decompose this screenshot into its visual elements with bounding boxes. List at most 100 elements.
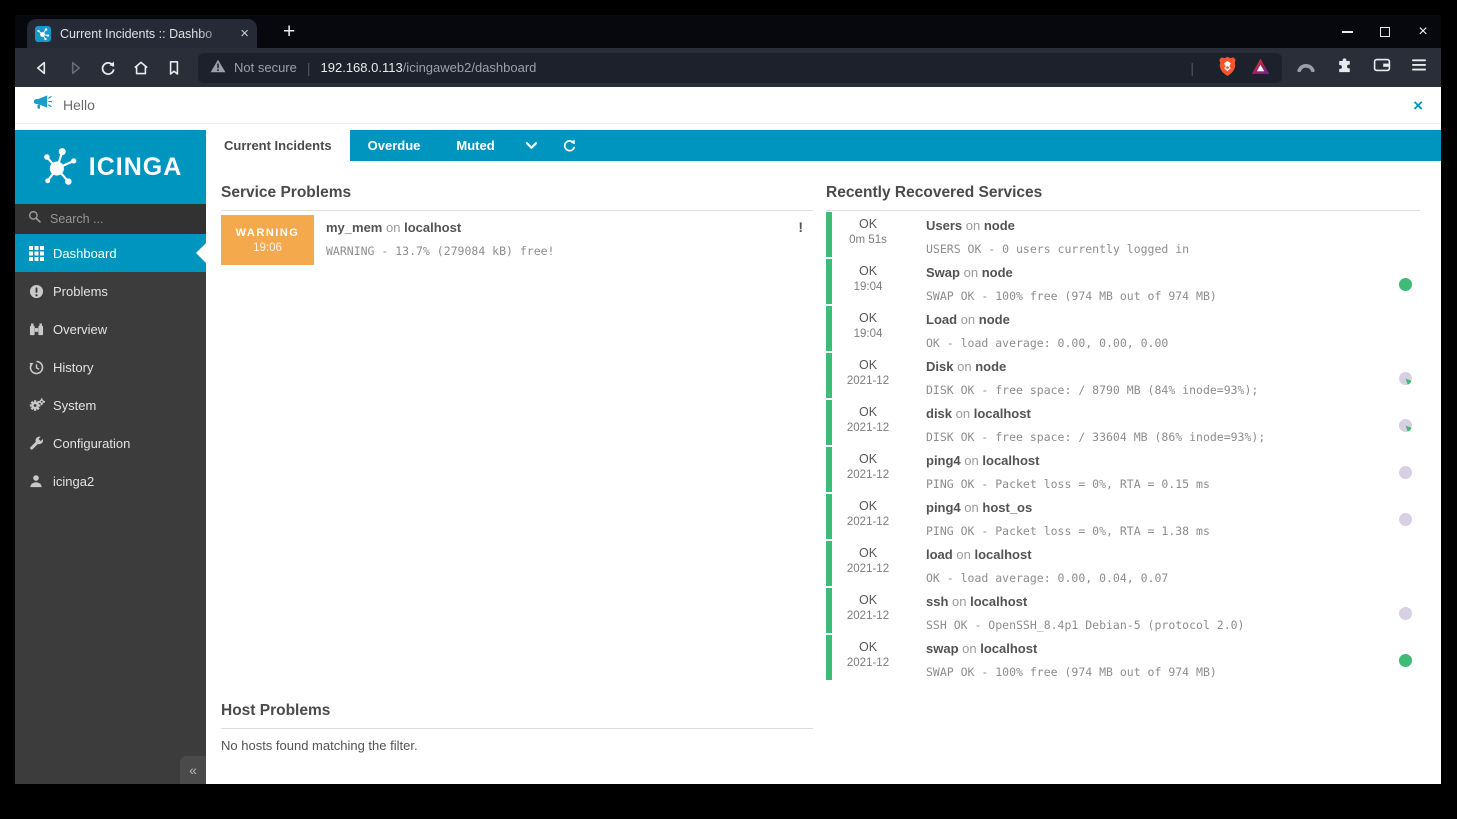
ok-state-bar [826, 494, 832, 539]
forward-button[interactable] [60, 53, 90, 83]
leo-ai-icon[interactable] [1296, 58, 1316, 77]
back-button[interactable] [27, 53, 57, 83]
service-name[interactable]: Users [926, 218, 962, 233]
sidebar-item-history[interactable]: History [15, 348, 206, 386]
service-name[interactable]: my_mem [326, 220, 382, 235]
reload-button[interactable] [93, 53, 123, 83]
host-name[interactable]: node [975, 359, 1006, 374]
window-minimize-button[interactable] [1339, 24, 1355, 40]
service-name[interactable]: swap [926, 641, 959, 656]
security-status-label[interactable]: Not secure [234, 60, 297, 75]
recovered-service-row[interactable]: OK 2021-12 disk on localhost DISK OK - f… [826, 399, 1420, 446]
plugin-output: OK - load average: 0.00, 0.00, 0.00 [926, 336, 1391, 350]
tab-overdue[interactable]: Overdue [350, 130, 439, 161]
tab-close-icon[interactable]: × [240, 26, 249, 41]
search-input[interactable] [50, 212, 180, 226]
host-name[interactable]: localhost [974, 406, 1031, 421]
wallet-icon[interactable] [1373, 57, 1391, 78]
time-label: 2021-12 [832, 516, 904, 528]
announcement-close-icon[interactable]: × [1413, 97, 1423, 114]
brave-rewards-bat-icon[interactable] [1251, 58, 1270, 78]
address-bar[interactable]: Not secure | 192.168.0.113/icingaweb2/da… [198, 53, 1282, 83]
perfdata-pie-icon [1399, 607, 1412, 620]
browser-tab-strip: Current Incidents :: Dashbo × + × [15, 15, 1441, 48]
state-label: OK [832, 405, 904, 419]
recovered-service-row[interactable]: OK 2021-12 ssh on localhost SSH OK - Ope… [826, 587, 1420, 634]
tab-muted[interactable]: Muted [438, 130, 512, 161]
time-label: 2021-12 [832, 610, 904, 622]
host-name[interactable]: localhost [982, 453, 1039, 468]
service-name[interactable]: ping4 [926, 500, 961, 515]
perfdata-pie-icon [1399, 419, 1412, 432]
web-content: Hello × ICINGA [15, 87, 1441, 784]
home-button[interactable] [126, 53, 156, 83]
service-name[interactable]: Disk [926, 359, 953, 374]
browser-tab[interactable]: Current Incidents :: Dashbo × [27, 19, 257, 48]
extensions-puzzle-icon[interactable] [1336, 57, 1353, 79]
sidebar-search[interactable] [15, 204, 206, 234]
wrench-icon [29, 436, 53, 451]
sidebar-item-label: Dashboard [53, 246, 117, 261]
time-label: 19:04 [832, 281, 904, 293]
chevron-down-icon[interactable] [513, 130, 551, 161]
sidebar-collapse-button[interactable]: « [180, 756, 206, 784]
main-panel: Current Incidents Overdue Muted Service … [206, 130, 1441, 784]
host-name[interactable]: localhost [970, 594, 1027, 609]
host-name[interactable]: node [982, 265, 1013, 280]
recovered-service-row[interactable]: OK 19:04 Swap on node SWAP OK - 100% fre… [826, 258, 1420, 305]
recovered-service-row[interactable]: OK 2021-12 swap on localhost SWAP OK - 1… [826, 634, 1420, 681]
perfdata-pie-icon [1399, 654, 1412, 667]
service-name[interactable]: ping4 [926, 453, 961, 468]
tab-current-incidents[interactable]: Current Incidents [206, 130, 350, 161]
service-name[interactable]: disk [926, 406, 952, 421]
service-name[interactable]: Load [926, 312, 957, 327]
time-label: 19:04 [832, 328, 904, 340]
recovered-service-row[interactable]: OK 2021-12 ping4 on host_os PING OK - Pa… [826, 493, 1420, 540]
sidebar-item-configuration[interactable]: Configuration [15, 424, 206, 462]
service-name[interactable]: Swap [926, 265, 960, 280]
ok-state-bar [826, 635, 832, 680]
window-close-button[interactable]: × [1415, 24, 1431, 40]
recovered-service-row[interactable]: OK 19:04 Load on node OK - load average:… [826, 305, 1420, 352]
sidebar-item-dashboard[interactable]: Dashboard [15, 234, 206, 272]
host-name[interactable]: host_os [982, 500, 1032, 515]
recovered-services-header[interactable]: Recently Recovered Services [826, 184, 1420, 211]
service-name[interactable]: load [926, 547, 953, 562]
recovered-service-row[interactable]: OK 2021-12 Disk on node DISK OK - free s… [826, 352, 1420, 399]
recovered-service-row[interactable]: OK 2021-12 load on localhost OK - load a… [826, 540, 1420, 587]
host-name[interactable]: localhost [980, 641, 1037, 656]
host-problems-header[interactable]: Host Problems [221, 702, 813, 729]
host-name[interactable]: node [979, 312, 1010, 327]
sidebar-item-label: History [53, 360, 93, 375]
sidebar-item-system[interactable]: System [15, 386, 206, 424]
menu-hamburger-icon[interactable] [1411, 58, 1427, 77]
host-name[interactable]: node [984, 218, 1015, 233]
window-maximize-button[interactable] [1377, 24, 1393, 40]
host-name[interactable]: localhost [974, 547, 1031, 562]
recovered-service-row[interactable]: OK 2021-12 ping4 on localhost PING OK - … [826, 446, 1420, 493]
new-tab-button[interactable]: + [283, 19, 295, 45]
icinga-logo[interactable]: ICINGA [15, 130, 206, 204]
service-problems-header[interactable]: Service Problems [221, 184, 813, 211]
announcement-text: Hello [63, 97, 95, 113]
state-badge-warning: WARNING 19:06 [221, 215, 314, 265]
megaphone-icon [33, 94, 52, 116]
bookmark-icon[interactable] [159, 53, 189, 83]
perfdata-pie-icon [1399, 466, 1412, 479]
sidebar-item-label: icinga2 [53, 474, 94, 489]
host-name[interactable]: localhost [404, 220, 461, 235]
recovered-service-row[interactable]: OK 0m 51s Users on node USERS OK - 0 use… [826, 211, 1420, 258]
ok-state-bar [826, 353, 832, 398]
sidebar-item-problems[interactable]: Problems [15, 272, 206, 310]
service-problem-row[interactable]: WARNING 19:06 my_mem on localhost WARNIN… [221, 215, 813, 265]
state-label: OK [832, 311, 904, 325]
binoculars-icon [29, 322, 53, 337]
url-path: /icingaweb2/dashboard [403, 60, 537, 75]
sidebar-item-overview[interactable]: Overview [15, 310, 206, 348]
service-name[interactable]: ssh [926, 594, 948, 609]
sidebar-item-user[interactable]: icinga2 [15, 462, 206, 500]
refresh-icon[interactable] [551, 130, 589, 161]
brave-shield-icon[interactable] [1218, 56, 1237, 80]
state-label: OK [832, 217, 904, 231]
logo-text: ICINGA [89, 153, 183, 182]
